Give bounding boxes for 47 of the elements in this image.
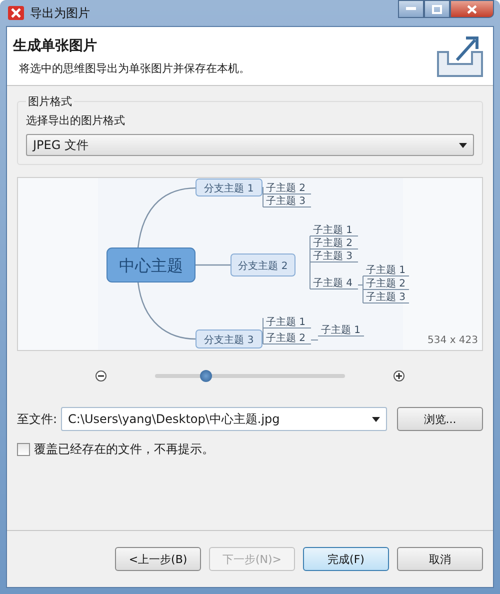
subtopic: 子主题 2	[362, 278, 410, 290]
dropdown-arrow-icon	[372, 416, 380, 422]
overwrite-checkbox[interactable]	[17, 443, 30, 456]
format-label: 选择导出的图片格式	[26, 113, 126, 128]
subtopic: 子主题 4	[310, 278, 358, 290]
connector-line	[358, 276, 364, 304]
branch-topic: 分支主题 1	[196, 178, 262, 196]
dropdown-arrow-icon	[459, 142, 467, 148]
page-description: 将选中的思维图导出为单张图片并保存在本机。	[18, 60, 250, 76]
group-title: 图片格式	[27, 94, 73, 109]
wizard-button[interactable]: 完成(F)	[303, 547, 389, 571]
window-title: 导出为图片	[30, 4, 90, 22]
minimize-icon	[406, 7, 416, 11]
wizard-button[interactable]: 取消	[397, 547, 483, 571]
close-icon	[467, 4, 477, 14]
subtopic: 子主题 2	[262, 183, 312, 194]
central-topic: 中心主题	[106, 248, 196, 282]
maximize-button[interactable]	[424, 0, 450, 18]
minimize-button[interactable]	[398, 0, 424, 18]
slider-thumb[interactable]	[200, 370, 212, 382]
subtopic: 子主题 2	[310, 238, 358, 250]
file-path-field[interactable]: C:\Users\yang\Desktop\中心主题.jpg	[61, 407, 387, 431]
branch-topic: 分支主题 2	[230, 254, 296, 276]
zoom-in-icon[interactable]	[393, 370, 405, 382]
close-button[interactable]	[450, 0, 494, 18]
wizard-button[interactable]: <上一步(B)	[115, 547, 201, 571]
branch-topic: 分支主题 3	[196, 330, 262, 348]
export-icon	[435, 34, 485, 78]
image-size: 534 x 423	[428, 335, 478, 346]
subtopic: 子主题 2	[262, 333, 312, 344]
maximize-icon	[432, 4, 442, 14]
page-title: 生成单张图片	[13, 36, 98, 54]
subtopic: 子主题 1	[310, 225, 358, 236]
subtopic: 子主题 3	[362, 292, 410, 304]
subtopic: 子主题 3	[262, 196, 312, 208]
subtopic: 子主题 1	[318, 325, 364, 336]
app-logo-icon	[8, 6, 24, 20]
zoom-out-icon[interactable]	[95, 370, 107, 382]
file-label: 至文件:	[17, 410, 58, 428]
subtopic: 子主题 3	[310, 251, 358, 262]
format-dropdown[interactable]: JPEG 文件	[26, 134, 474, 156]
subtopic: 子主题 1	[362, 265, 410, 276]
connector-line	[262, 186, 264, 208]
overwrite-label: 覆盖已经存在的文件，不再提示。	[34, 441, 214, 458]
connector-line	[262, 318, 264, 344]
browse-button[interactable]: 浏览...	[397, 407, 483, 431]
subtopic: 子主题 1	[262, 317, 312, 328]
